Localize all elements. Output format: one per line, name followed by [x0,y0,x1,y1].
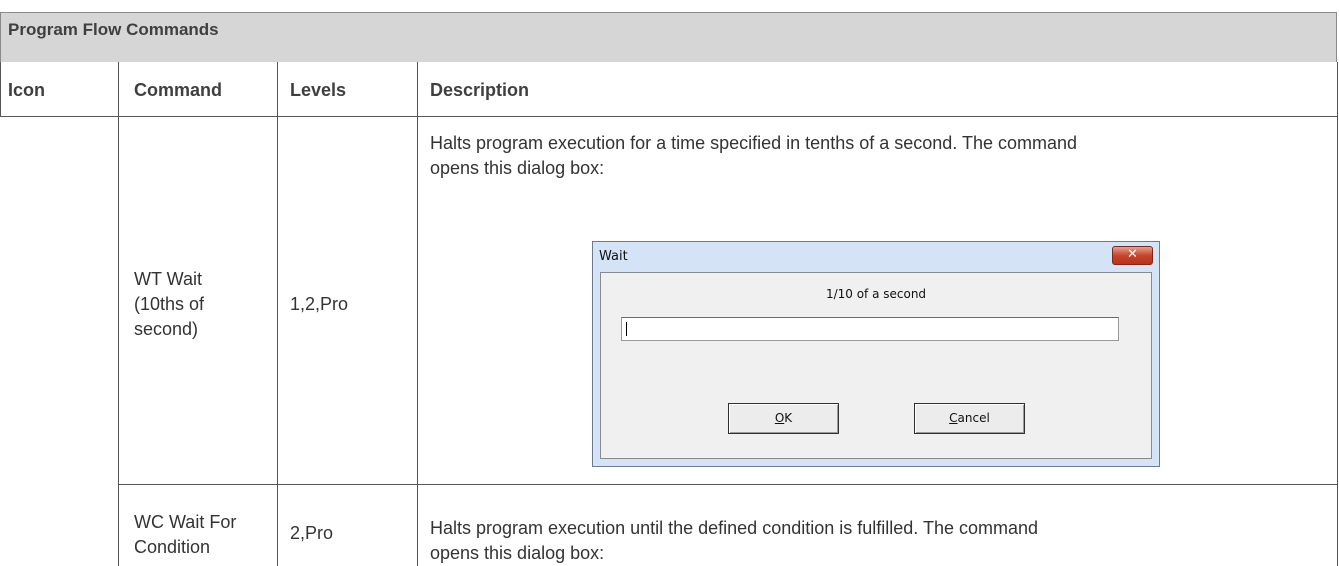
cancel-button[interactable]: Cancel [914,403,1025,434]
levels-cell: 2,Pro [290,523,334,543]
command-text: Condition [134,537,211,557]
cancel-mnemonic: C [949,411,958,425]
wait-time-input[interactable] [621,317,1119,341]
description-text: opens this dialog box: [430,158,605,178]
description-cell: Halts program execution until the define… [430,516,1038,566]
command-cell: WC Wait For Condition [134,510,236,560]
cancel-label: ancel [957,411,990,425]
dialog-client-area: 1/10 of a second OK Cancel [600,272,1152,459]
dialog-label: 1/10 of a second [825,287,927,301]
grid-line [1337,62,1338,566]
grid-line [118,484,1338,485]
grid-line [417,62,418,566]
text-caret [626,322,627,336]
description-text: Halts program execution for a time speci… [430,133,1077,153]
grid-line [277,62,278,566]
command-cell: WT Wait (10ths of second) [134,267,204,342]
grid-line [0,116,1338,117]
command-text: WT Wait [134,269,202,289]
command-text: (10ths of [134,294,205,314]
wait-dialog: Wait ✕ 1/10 of a second OK Cancel [592,241,1160,467]
column-header-command: Command [134,80,223,100]
levels-cell: 1,2,Pro [290,294,349,314]
description-cell: Halts program execution for a time speci… [430,131,1077,181]
grid-line [118,62,119,566]
column-header-icon: Icon [8,80,46,100]
dialog-title: Wait [599,249,628,264]
description-text: Halts program execution until the define… [430,518,1039,538]
ok-mnemonic: O [774,411,785,425]
column-header-levels: Levels [290,80,347,100]
ok-label: K [784,411,793,425]
description-text: opens this dialog box: [430,543,605,563]
ok-button[interactable]: OK [728,403,839,434]
column-header-description: Description [430,80,530,100]
close-icon[interactable]: ✕ [1112,246,1153,265]
grid-line [0,62,1,116]
section-title: Program Flow Commands [8,20,219,39]
command-text: second) [134,319,199,339]
dialog-titlebar: Wait ✕ [593,242,1159,272]
command-text: WC Wait For [134,512,237,532]
